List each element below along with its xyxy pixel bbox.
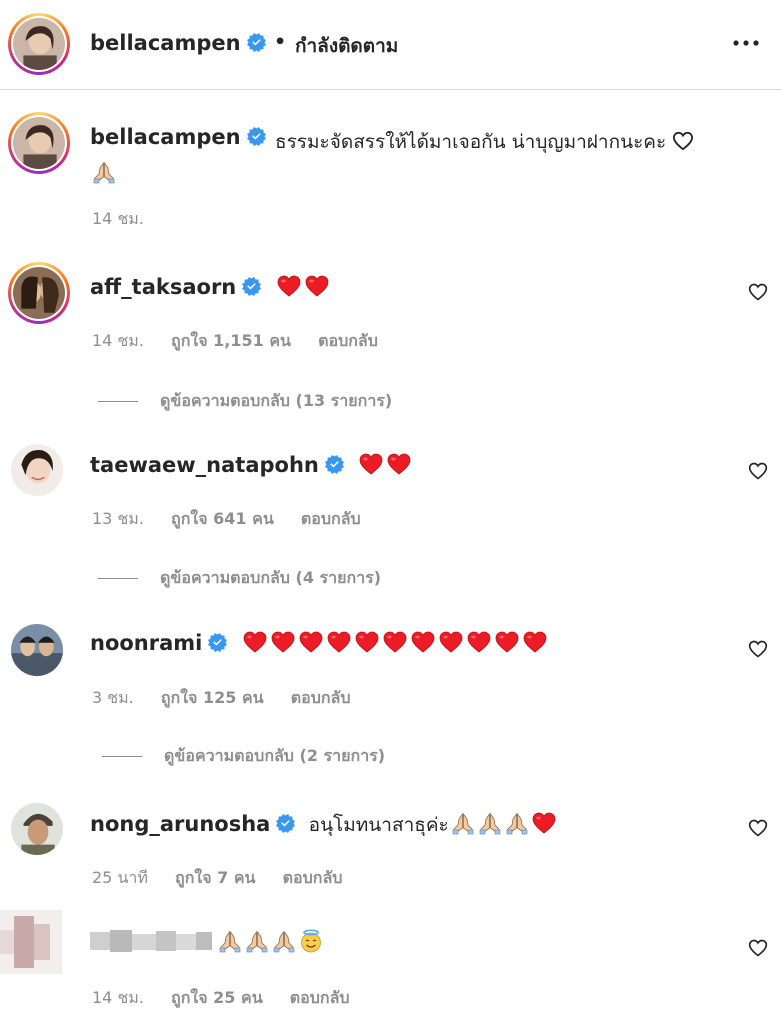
red-heart-icon — [305, 275, 329, 297]
comment-username[interactable]: taewaew_natapohn — [90, 453, 415, 477]
comment-meta: 25 นาที ถูกใจ 7 คน ตอบกลับ — [92, 866, 364, 891]
replies-divider — [98, 401, 138, 402]
reply-button[interactable]: ตอบกลับ — [318, 331, 378, 350]
white-heart-icon — [672, 131, 694, 151]
comment-text: อนุโมทนาสาธุค่ะ — [308, 814, 449, 836]
comment-meta: 13 ชม. ถูกใจ 641 คน ตอบกลับ — [92, 507, 383, 532]
caption-username[interactable]: bellacampen — [90, 125, 266, 149]
folded-hands-icon — [92, 160, 116, 184]
caption-time: 14 ชม. — [92, 209, 144, 228]
story-ring-avatar[interactable] — [8, 13, 70, 75]
red-heart-icon — [359, 453, 383, 475]
red-heart-icon — [532, 812, 556, 834]
comment-emojis — [359, 453, 415, 477]
comment-meta: 3 ชม. ถูกใจ 125 คน ตอบกลับ — [92, 686, 373, 711]
red-heart-icon — [327, 631, 351, 653]
verified-badge-icon — [247, 127, 266, 146]
folded-hands-icon — [218, 929, 242, 953]
red-heart-icon — [277, 275, 301, 297]
comment-avatar[interactable] — [11, 803, 63, 855]
red-heart-icon — [243, 631, 267, 653]
red-heart-icon — [299, 631, 323, 653]
folded-hands-icon — [451, 811, 475, 835]
blurred-avatar[interactable] — [0, 910, 62, 974]
header-username[interactable]: bellacampen — [90, 31, 266, 55]
like-comment-icon[interactable] — [748, 938, 768, 958]
red-heart-icon — [387, 453, 411, 475]
red-heart-icon — [411, 631, 435, 653]
view-replies-button[interactable]: ดูข้อความตอบกลับ (2 รายการ) — [102, 744, 385, 769]
comment-username[interactable]: aff_taksaorn — [90, 275, 333, 299]
reply-button[interactable]: ตอบกลับ — [301, 509, 361, 528]
folded-hands-icon — [505, 811, 529, 835]
comment-likes[interactable]: ถูกใจ 125 คน — [161, 688, 264, 707]
reply-button[interactable]: ตอบกลับ — [290, 988, 350, 1007]
comment-time: 14 ชม. — [92, 988, 144, 1007]
comment-avatar[interactable] — [8, 262, 70, 324]
following-button[interactable]: กำลังติดตาม — [295, 31, 398, 61]
folded-hands-icon — [245, 929, 269, 953]
comment-emojis — [243, 631, 551, 655]
comment-time: 3 ชม. — [92, 688, 134, 707]
folded-hands-icon — [478, 811, 502, 835]
red-heart-icon — [467, 631, 491, 653]
folded-hands-icon — [272, 929, 296, 953]
like-comment-icon[interactable] — [748, 818, 768, 838]
blurred-username[interactable] — [90, 928, 212, 954]
verified-badge-icon — [276, 814, 295, 833]
comment-time: 14 ชม. — [92, 331, 144, 350]
comment-likes[interactable]: ถูกใจ 7 คน — [175, 868, 255, 887]
comment-emojis — [218, 929, 326, 953]
like-comment-icon[interactable] — [748, 461, 768, 481]
comment-likes[interactable]: ถูกใจ 641 คน — [171, 509, 274, 528]
comment-meta: 14 ชม. ถูกใจ 25 คน ตอบกลับ — [92, 986, 372, 1011]
comment-likes[interactable]: ถูกใจ 25 คน — [171, 988, 263, 1007]
verified-badge-icon — [247, 33, 266, 52]
like-comment-icon[interactable] — [748, 282, 768, 302]
red-heart-icon — [355, 631, 379, 653]
replies-divider — [102, 756, 142, 757]
smiling-face-with-halo-icon — [299, 929, 323, 953]
verified-badge-icon — [325, 455, 344, 474]
red-heart-icon — [439, 631, 463, 653]
caption-avatar[interactable] — [8, 112, 70, 174]
like-comment-icon[interactable] — [748, 639, 768, 659]
red-heart-icon — [271, 631, 295, 653]
comment-username[interactable]: nong_arunosha อนุโมทนาสาธุค่ะ — [90, 810, 560, 840]
view-replies-button[interactable]: ดูข้อความตอบกลับ (4 รายการ) — [98, 566, 381, 591]
caption-text: ธรรมะจัดสรรให้ได้มาเจอกัน น่าบุญมาฝากนะค… — [275, 127, 698, 157]
reply-button[interactable]: ตอบกลับ — [283, 868, 343, 887]
post-header: bellacampen • กำลังติดตาม — [0, 0, 781, 90]
comment-avatar[interactable] — [11, 444, 63, 496]
comment-time: 13 ชม. — [92, 509, 144, 528]
comment-username[interactable]: noonrami — [90, 631, 551, 655]
view-replies-button[interactable]: ดูข้อความตอบกลับ (13 รายการ) — [98, 389, 392, 414]
comment-emojis — [277, 275, 333, 299]
red-heart-icon — [495, 631, 519, 653]
comment-time: 25 นาที — [92, 868, 148, 887]
more-horizontal-icon[interactable] — [730, 34, 762, 52]
caption-emoji — [92, 160, 119, 184]
red-heart-icon — [523, 631, 547, 653]
comment-emojis — [451, 811, 560, 836]
verified-badge-icon — [242, 277, 261, 296]
comment-avatar[interactable] — [11, 624, 63, 676]
reply-button[interactable]: ตอบกลับ — [291, 688, 351, 707]
red-heart-icon — [383, 631, 407, 653]
header-dot: • — [274, 31, 287, 53]
verified-badge-icon — [208, 633, 227, 652]
comment-likes[interactable]: ถูกใจ 1,151 คน — [171, 331, 291, 350]
replies-divider — [98, 578, 138, 579]
comment-meta: 14 ชม. ถูกใจ 1,151 คน ตอบกลับ — [92, 329, 400, 354]
